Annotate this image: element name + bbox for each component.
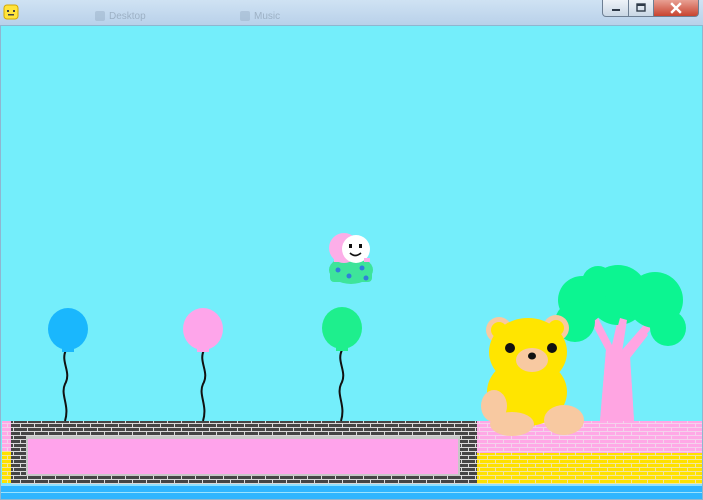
- game-window: Desktop Music: [0, 0, 703, 500]
- folder-icon: [95, 11, 105, 21]
- desktop-item-music: Music: [240, 9, 280, 23]
- maximize-button[interactable]: [628, 0, 654, 17]
- close-icon: [670, 2, 682, 14]
- minimize-button[interactable]: [602, 0, 629, 17]
- balloon-blue[interactable]: [48, 308, 88, 422]
- balloon-pink[interactable]: [183, 308, 223, 422]
- water-strip: [0, 484, 703, 500]
- game-scene: [0, 233, 703, 500]
- music-icon: [240, 11, 250, 21]
- brick-platform: [11, 421, 477, 484]
- close-button[interactable]: [653, 0, 699, 17]
- title-bar[interactable]: Desktop Music: [0, 0, 703, 25]
- desktop-item-desktop: Desktop: [95, 9, 146, 23]
- app-icon: [3, 4, 19, 20]
- left-wall-stub: [2, 421, 11, 483]
- game-canvas[interactable]: [0, 25, 703, 500]
- player-character[interactable]: [329, 233, 373, 284]
- maximize-icon: [636, 3, 646, 12]
- minimize-icon: [611, 9, 620, 11]
- balloon-green[interactable]: [322, 307, 362, 422]
- pink-tree: [555, 265, 686, 421]
